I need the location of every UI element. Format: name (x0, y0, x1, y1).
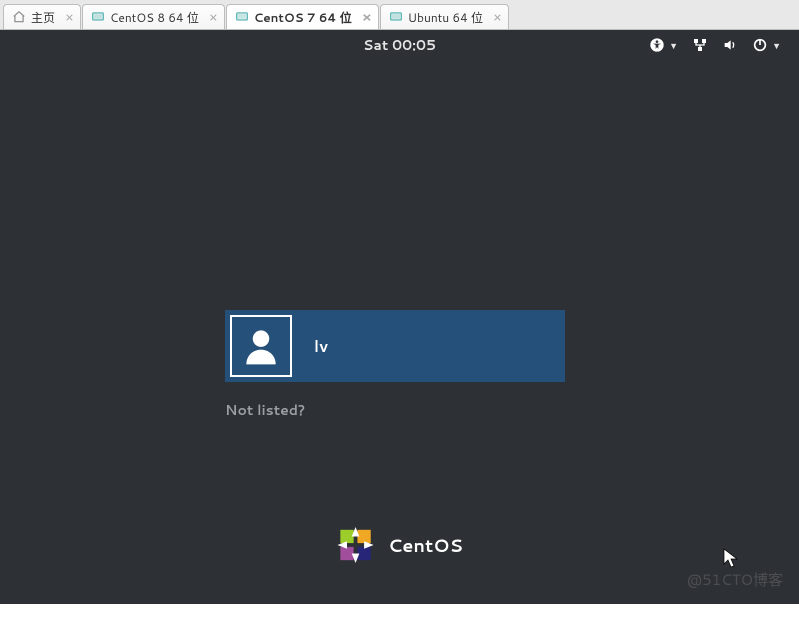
tab-label: Ubuntu 64 位 (408, 9, 483, 26)
close-icon[interactable]: × (493, 10, 502, 24)
vm-display: Sat 00:05 ▼ ▼ lv Not listed? (0, 30, 799, 604)
home-icon (12, 10, 26, 24)
top-panel-right: ▼ ▼ (649, 30, 781, 60)
chevron-down-icon: ▼ (669, 39, 678, 52)
login-user-card[interactable]: lv (225, 310, 565, 382)
close-icon[interactable]: × (362, 10, 372, 24)
tab-label: CentOS 7 64 位 (254, 9, 352, 26)
power-menu[interactable]: ▼ (752, 37, 781, 53)
network-icon[interactable] (692, 37, 708, 53)
volume-icon[interactable] (722, 37, 738, 53)
clock: Sat 00:05 (363, 35, 436, 55)
watermark: @51CTO博客 (687, 569, 783, 590)
tab-label: 主页 (31, 9, 55, 26)
tab-centos8[interactable]: CentOS 8 64 位 × (82, 4, 225, 29)
accessibility-menu[interactable]: ▼ (649, 37, 678, 53)
close-icon[interactable]: × (209, 10, 218, 24)
branding-label: CentOS (388, 532, 463, 558)
avatar (230, 315, 292, 377)
tab-ubuntu[interactable]: Ubuntu 64 位 × (380, 4, 509, 29)
vm-icon (389, 10, 403, 24)
chevron-down-icon: ▼ (772, 39, 781, 52)
centos-logo-icon (336, 526, 374, 564)
tab-label: CentOS 8 64 位 (110, 9, 199, 26)
vm-icon (91, 10, 105, 24)
close-icon[interactable]: × (65, 10, 74, 24)
not-listed-link[interactable]: Not listed? (225, 400, 305, 420)
tab-centos7[interactable]: CentOS 7 64 位 × (226, 4, 379, 29)
tab-home[interactable]: 主页 × (3, 4, 81, 29)
vm-icon (235, 10, 249, 24)
tab-bar: 主页 × CentOS 8 64 位 × CentOS 7 64 位 × Ubu… (0, 0, 799, 30)
branding: CentOS (336, 526, 463, 564)
login-username: lv (314, 335, 328, 358)
